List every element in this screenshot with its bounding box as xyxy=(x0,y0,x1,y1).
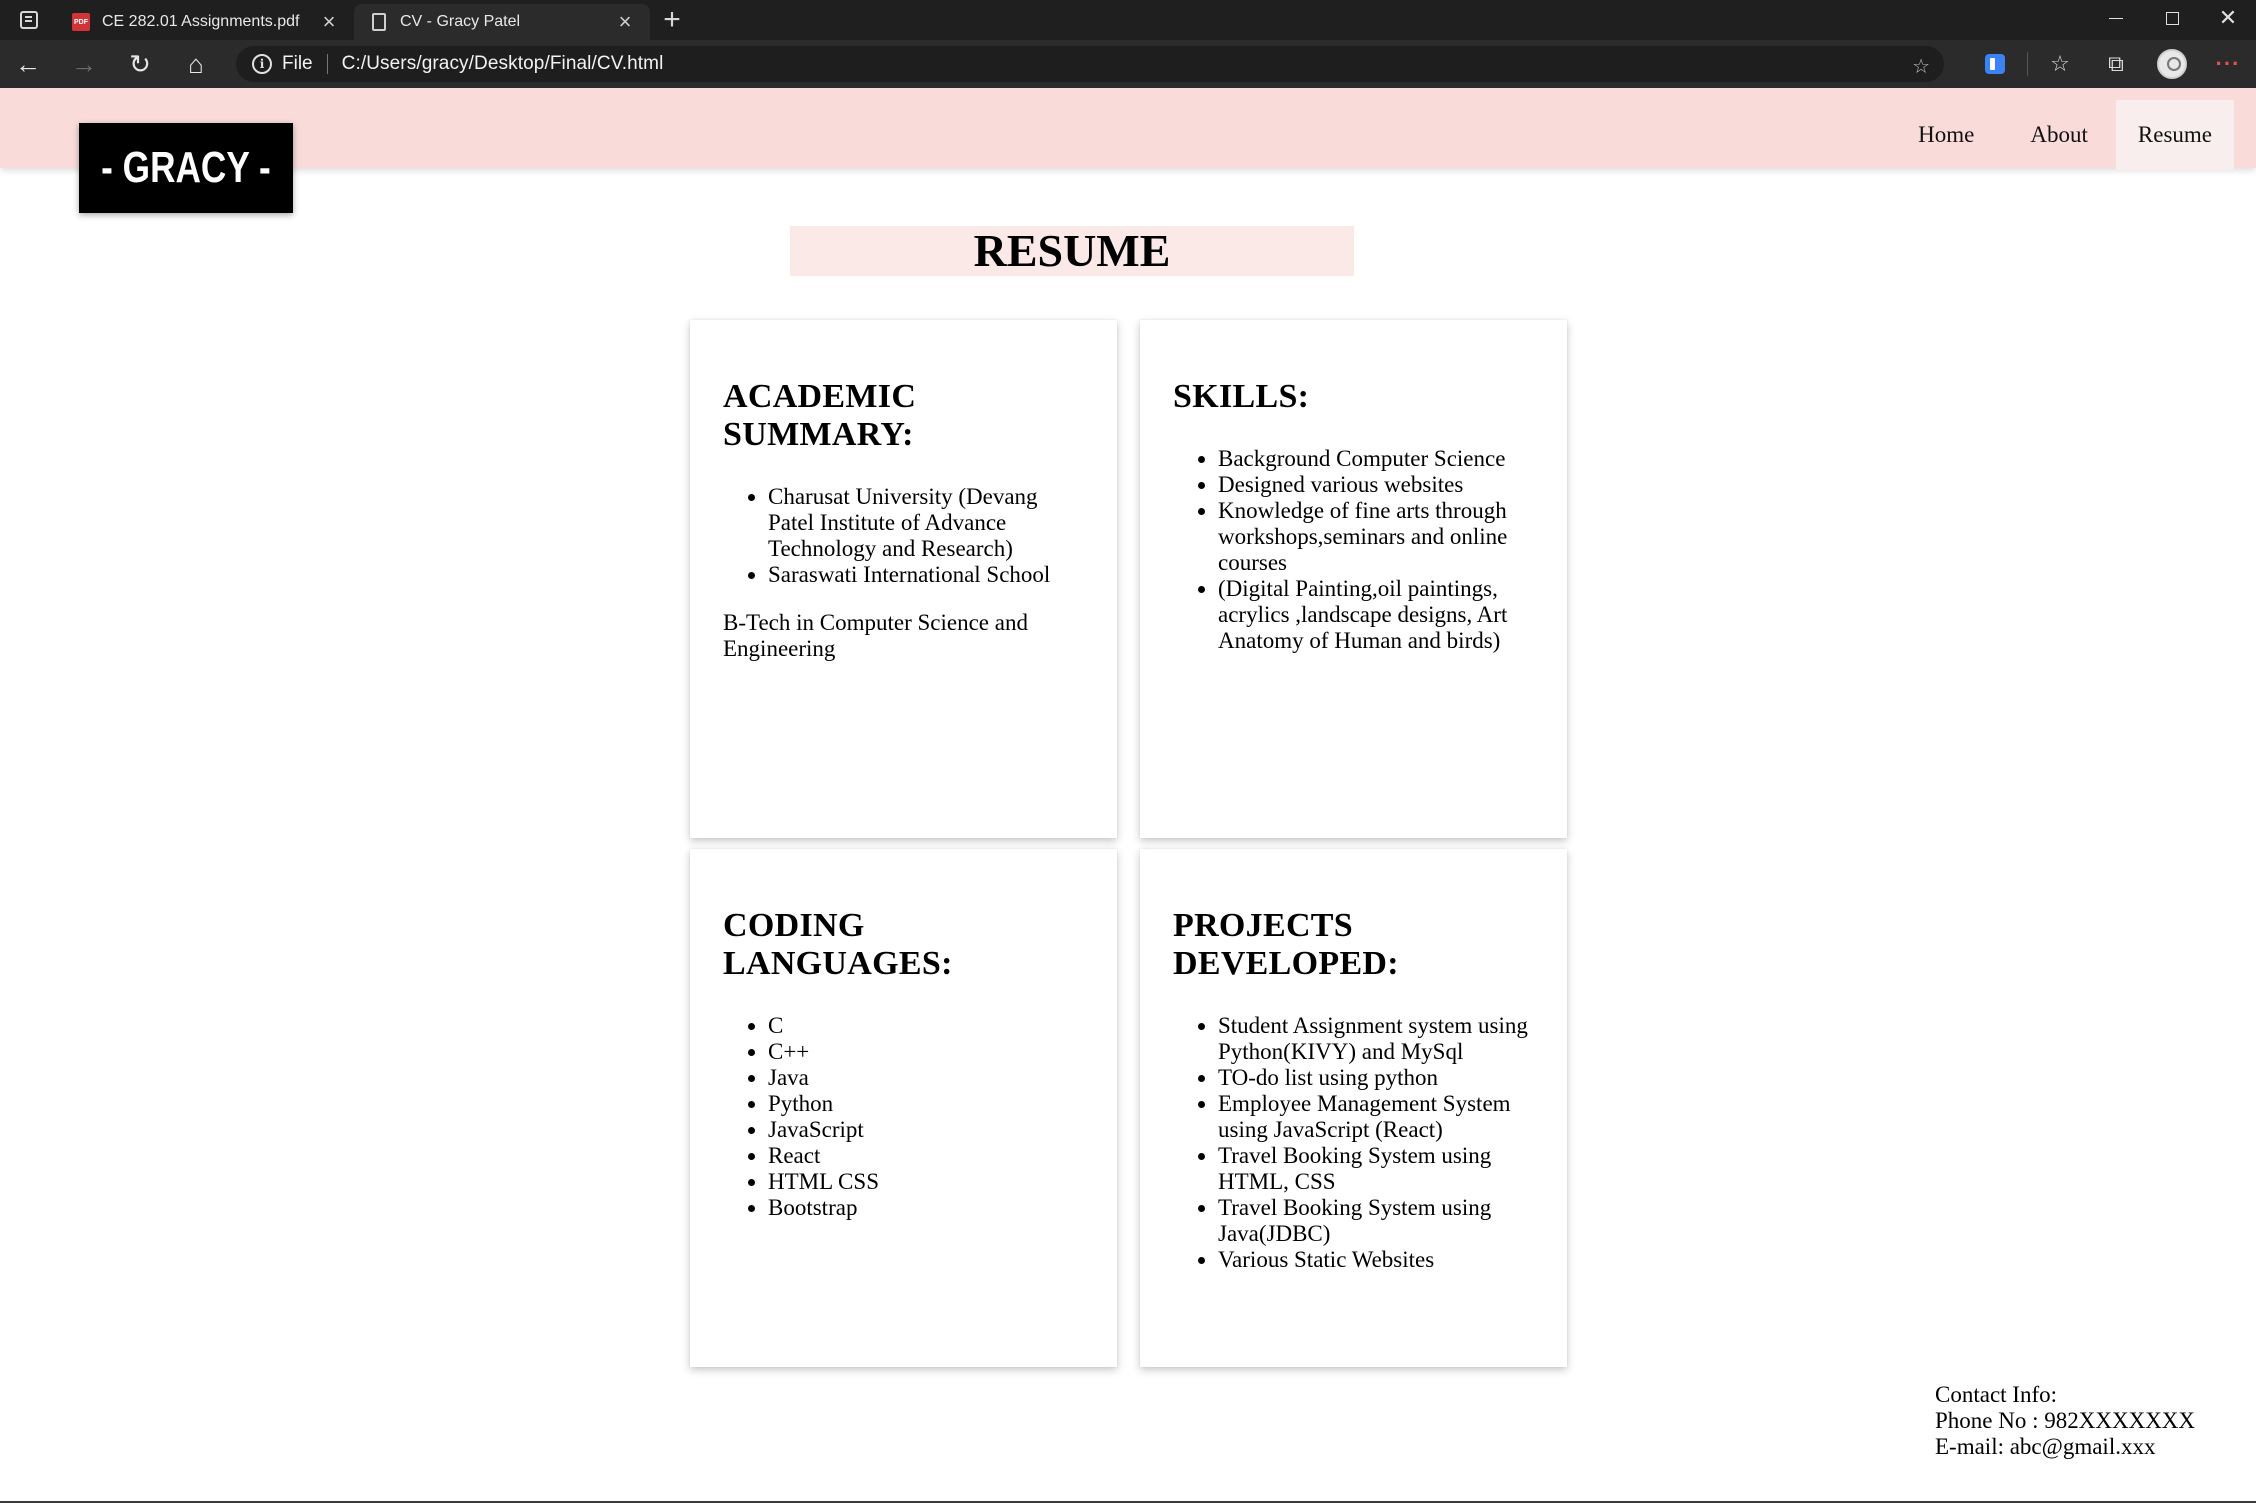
languages-list: C C++ Java Python JavaScript React HTML … xyxy=(723,1013,1083,1221)
site-logo[interactable]: - GRACY - xyxy=(79,123,293,213)
card-academic-summary: ACADEMIC SUMMARY: Charusat University (D… xyxy=(690,320,1117,838)
avatar xyxy=(2157,49,2187,79)
list-item: C++ xyxy=(768,1039,1083,1065)
pdf-icon: PDF xyxy=(72,13,90,31)
address-scheme: File xyxy=(282,53,313,74)
nav-about[interactable]: About xyxy=(2002,100,2116,170)
list-item: Employee Management System using JavaScr… xyxy=(1218,1091,1533,1143)
degree-note: B-Tech in Computer Science and Engineeri… xyxy=(723,610,1028,661)
forward-button[interactable]: → xyxy=(56,40,112,88)
back-button[interactable]: ← xyxy=(0,40,56,88)
list-item: React xyxy=(768,1143,1083,1169)
heading-line: ACADEMIC xyxy=(723,378,917,415)
window-controls: ✕ xyxy=(2088,0,2256,40)
extension-icon xyxy=(1985,54,2005,74)
close-window-button[interactable]: ✕ xyxy=(2200,0,2256,36)
site-nav: Home About Resume xyxy=(1890,100,2234,170)
logo-text: - GRACY - xyxy=(101,143,271,192)
tab-actions-button[interactable] xyxy=(0,0,58,40)
more-icon: ··· xyxy=(2215,51,2241,76)
restore-button[interactable] xyxy=(2144,0,2200,36)
card-skills: SKILLS: Background Computer Science Desi… xyxy=(1140,320,1567,838)
page-title: RESUME xyxy=(790,226,1354,276)
contact-label: Contact Info: xyxy=(1935,1382,2057,1407)
heading-line: DEVELOPED: xyxy=(1173,945,1399,982)
list-item: Designed various websites xyxy=(1218,472,1533,498)
address-url[interactable]: C:/Users/gracy/Desktop/Final/CV.html xyxy=(342,53,664,75)
browser-toolbar: ← → ↻ ⌂ i File C:/Users/gracy/Desktop/Fi… xyxy=(0,40,2256,88)
refresh-button[interactable]: ↻ xyxy=(112,40,168,88)
profile-button[interactable] xyxy=(2144,40,2200,88)
tab-title: CE 282.01 Assignments.pdf xyxy=(102,13,300,30)
extension-button[interactable] xyxy=(1967,40,2023,88)
list-item: Background Computer Science xyxy=(1218,446,1533,472)
minimize-button[interactable] xyxy=(2088,0,2144,36)
collections-button[interactable]: ⧉ xyxy=(2088,40,2144,88)
toolbar-right: ☆ ⧉ ··· xyxy=(1967,40,2256,88)
card-projects-developed: PROJECTS DEVELOPED: Student Assignment s… xyxy=(1140,849,1567,1367)
academic-list: Charusat University (Devang Patel Instit… xyxy=(723,484,1083,588)
list-item: Java xyxy=(768,1065,1083,1091)
nav-home[interactable]: Home xyxy=(1890,100,2002,170)
list-item: Python xyxy=(768,1091,1083,1117)
home-button[interactable]: ⌂ xyxy=(168,40,224,88)
close-icon[interactable]: × xyxy=(614,11,636,33)
info-icon[interactable]: i xyxy=(252,54,272,74)
heading-line: PROJECTS xyxy=(1173,907,1353,944)
add-favorite-icon[interactable]: ☆ xyxy=(1912,54,1930,79)
minimize-icon xyxy=(2109,17,2123,19)
contact-info: Contact Info: Phone No : 982XXXXXXX E-ma… xyxy=(1935,1382,2195,1460)
list-item: JavaScript xyxy=(768,1117,1083,1143)
list-item: (Digital Painting,oil paintings, acrylic… xyxy=(1218,576,1533,654)
list-item: C xyxy=(768,1013,1083,1039)
list-item: Travel Booking System using HTML, CSS xyxy=(1218,1143,1533,1195)
list-item: TO-do list using python xyxy=(1218,1065,1533,1091)
restore-icon xyxy=(2165,11,2179,25)
tab-cv[interactable]: CV - Gracy Patel × xyxy=(354,4,650,40)
page-viewport: Home About Resume - GRACY - RESUME ACADE… xyxy=(0,88,2256,1503)
list-item: Knowledge of fine arts through workshops… xyxy=(1218,498,1533,576)
close-icon[interactable]: × xyxy=(318,11,340,33)
heading-line: SUMMARY: xyxy=(723,416,914,453)
favorites-button[interactable]: ☆ xyxy=(2032,40,2088,88)
heading-line: LANGUAGES: xyxy=(723,945,953,982)
more-button[interactable]: ··· xyxy=(2200,40,2256,88)
projects-list: Student Assignment system using Python(K… xyxy=(1173,1013,1533,1273)
card-heading: CODING LANGUAGES: xyxy=(723,907,1083,983)
tab-assignments-pdf[interactable]: PDF CE 282.01 Assignments.pdf × xyxy=(58,4,354,40)
list-item: Bootstrap xyxy=(768,1195,1083,1221)
heading-line: CODING xyxy=(723,907,865,944)
skills-list: Background Computer Science Designed var… xyxy=(1173,446,1533,654)
card-heading: PROJECTS DEVELOPED: xyxy=(1173,907,1533,983)
toolbar-separator xyxy=(2027,52,2028,76)
list-item: Charusat University (Devang Patel Instit… xyxy=(768,484,1083,562)
card-coding-languages: CODING LANGUAGES: C C++ Java Python Java… xyxy=(690,849,1117,1367)
nav-resume[interactable]: Resume xyxy=(2115,100,2234,170)
list-item: Student Assignment system using Python(K… xyxy=(1218,1013,1533,1065)
new-tab-button[interactable]: + xyxy=(650,0,694,40)
address-bar[interactable]: i File C:/Users/gracy/Desktop/Final/CV.h… xyxy=(236,46,1944,82)
card-heading: ACADEMIC SUMMARY: xyxy=(723,378,1083,454)
list-item: Various Static Websites xyxy=(1218,1247,1533,1273)
list-item: Travel Booking System using Java(JDBC) xyxy=(1218,1195,1533,1247)
page-icon xyxy=(372,13,386,31)
card-heading: SKILLS: xyxy=(1173,378,1533,416)
contact-email: E-mail: abc@gmail.xxx xyxy=(1935,1434,2156,1459)
address-divider xyxy=(326,54,328,74)
list-item: HTML CSS xyxy=(768,1169,1083,1195)
contact-phone: Phone No : 982XXXXXXX xyxy=(1935,1408,2196,1433)
site-header: Home About Resume xyxy=(0,88,2256,170)
tab-title: CV - Gracy Patel xyxy=(400,13,521,30)
list-item: Saraswati International School xyxy=(768,562,1083,588)
tab-actions-icon xyxy=(20,11,38,29)
tab-strip: PDF CE 282.01 Assignments.pdf × CV - Gra… xyxy=(0,0,2256,40)
heading-line: SKILLS: xyxy=(1173,378,1310,415)
